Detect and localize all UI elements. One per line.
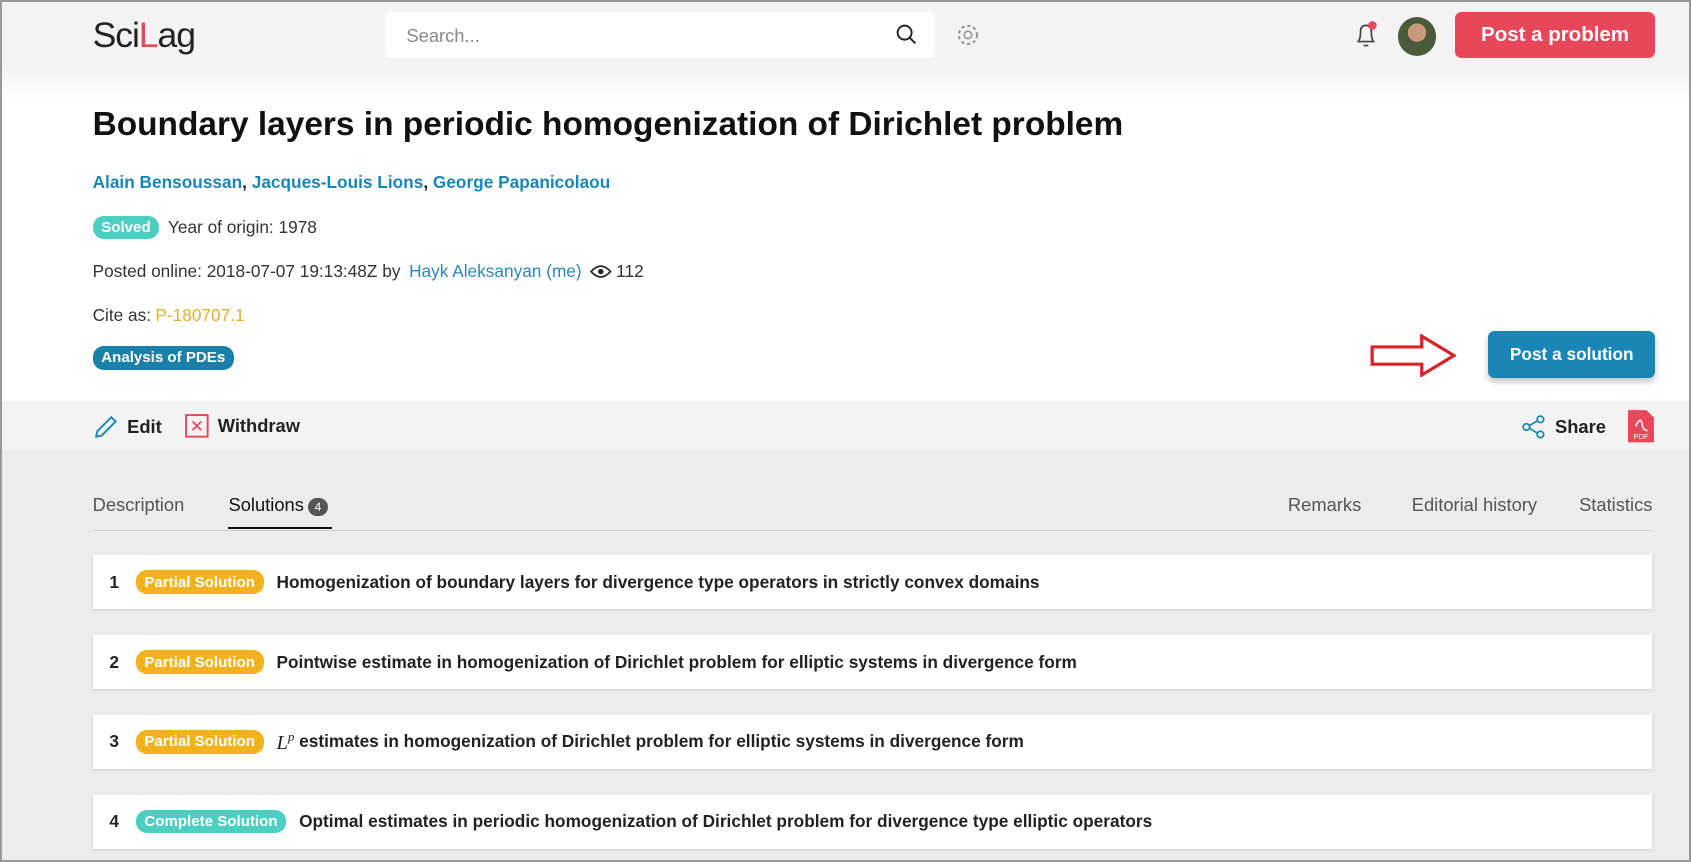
solutions-count-badge: 4 [308,497,328,516]
solution-item[interactable]: 3 Partial Solution Lp estimates in homogen… [92,714,1653,769]
tab-editorial-history[interactable]: Editorial history [1412,494,1537,527]
subject-tag[interactable]: Analysis of PDEs [92,346,234,370]
posted-row: Posted online: 2018-07-07 19:13:48Z by Ha… [93,261,644,282]
tab-remarks[interactable]: Remarks [1288,494,1361,527]
arrow-annotation-icon [1370,334,1456,378]
posted-text: Posted online: 2018-07-07 19:13:48Z by [92,260,401,281]
solution-item[interactable]: 4 Complete Solution Optimal estimates in p… [92,794,1653,849]
solution-title: Pointwise estimate in homogenization of … [276,651,1077,672]
solution-item[interactable]: 1 Partial Solution Homogenization of bound… [92,555,1653,610]
cite-id[interactable]: P-180707.1 [155,305,244,326]
close-box-icon [185,414,209,438]
search-input[interactable] [404,23,884,48]
tab-solutions[interactable]: Solutions 4 [228,494,333,529]
tab-statistics[interactable]: Statistics [1579,494,1652,527]
solution-number: 2 [109,651,119,672]
solution-type-badge: Partial Solution [135,730,264,754]
gear-icon[interactable] [955,22,981,48]
status-badge: Solved [92,215,160,239]
solution-number: 3 [109,731,119,752]
solution-item[interactable]: 2 Partial Solution Pointwise estimate in h… [92,635,1653,689]
solution-number: 4 [109,811,119,832]
tab-bar: Description Solutions 4 Remarks Editorial… [92,492,1653,532]
search-icon[interactable] [896,24,918,46]
author-link[interactable]: George Papanicolaou [433,172,610,192]
top-bar: SciLag Post a problem [2,2,1690,69]
year-of-origin: Year of origin: 1978 [167,216,317,237]
solution-title: Homogenization of boundary layers for di… [276,571,1040,592]
solution-title: estimates in homogenization of Dirichlet… [294,731,1024,752]
pencil-icon [94,415,117,438]
tab-description[interactable]: Description [93,494,185,527]
view-count: 112 [616,260,644,281]
author-link[interactable]: Alain Bensoussan [93,172,243,192]
pdf-icon[interactable]: PDF [1627,409,1655,444]
eye-icon [590,265,612,278]
logo[interactable]: SciLag [93,15,196,56]
bell-icon[interactable] [1353,20,1381,50]
page: SciLag Post a problem Boundary layers in… [0,0,1691,862]
content-area: Description Solutions 4 Remarks Editorial… [2,450,1690,860]
cite-row: Cite as: P-180707.1 [93,305,245,326]
post-problem-button[interactable]: Post a problem [1454,11,1656,59]
svg-text:PDF: PDF [1634,432,1649,441]
search-box [384,11,935,59]
solution-title: Optimal estimates in periodic homogeniza… [299,811,1153,832]
solution-type-badge: Complete Solution [135,809,287,834]
avatar[interactable] [1397,17,1437,56]
cite-label: Cite as: [92,305,152,326]
edit-button[interactable]: Edit [93,414,162,440]
solution-type-badge: Partial Solution [135,650,264,674]
math-symbol: Lp [276,728,295,754]
status-row: Solved Year of origin: 1978 [92,215,317,239]
solution-type-badge: Partial Solution [135,570,264,594]
authors: Alain Bensoussan, Jacques-Louis Lions, G… [92,172,611,193]
author-link[interactable]: Jacques-Louis Lions [252,172,424,192]
withdraw-button[interactable]: Withdraw [185,414,300,438]
post-solution-button[interactable]: Post a solution [1488,330,1656,379]
solution-number: 1 [109,571,119,592]
share-icon [1521,415,1545,439]
share-button[interactable]: Share [1521,414,1606,440]
page-title: Boundary layers in periodic homogenizati… [92,105,1124,143]
action-bar: Edit Withdraw Share PDF [2,401,1690,451]
poster-link[interactable]: Hayk Aleksanyan (me) [409,261,582,282]
